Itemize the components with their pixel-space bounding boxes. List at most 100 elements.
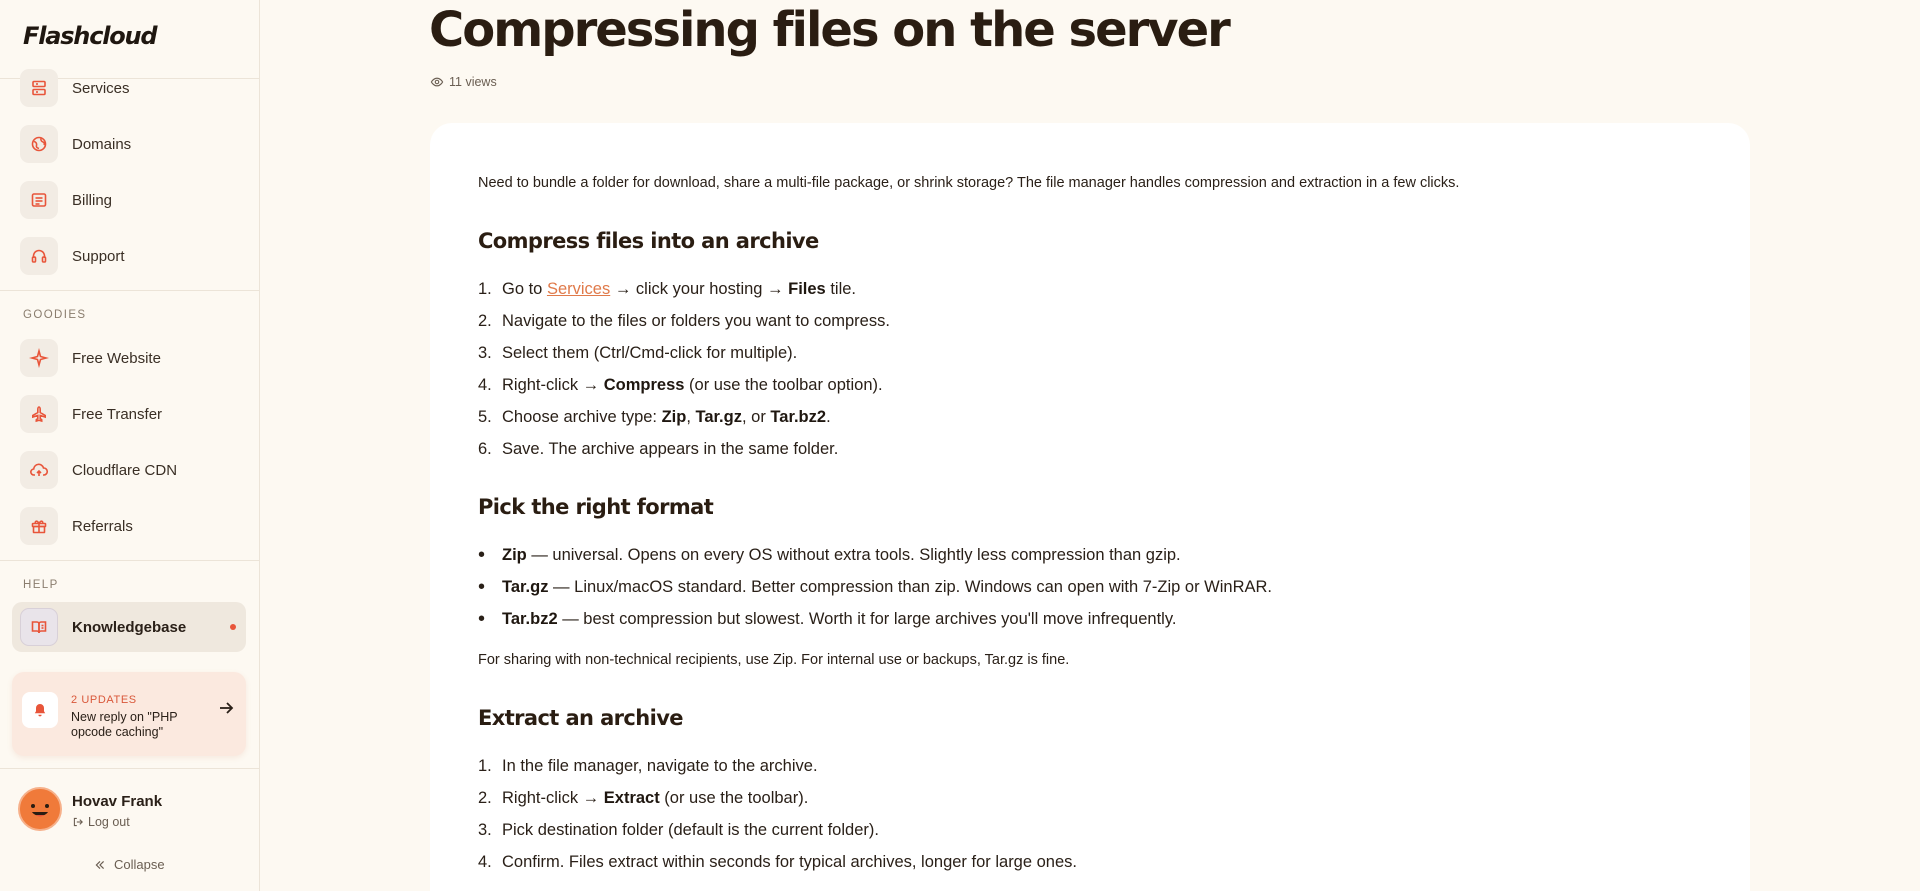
section-title-help: HELP (23, 579, 59, 591)
step-number: 4. (478, 376, 492, 394)
collapse-button[interactable]: Collapse (94, 857, 165, 872)
arrow-right-icon[interactable] (216, 698, 236, 718)
list-item: 3. Pick destination folder (default is t… (478, 814, 1077, 846)
list-item: 2. Navigate to the files or folders you … (478, 305, 890, 337)
globe-icon (20, 125, 58, 163)
article-card: Need to bundle a folder for download, sh… (430, 123, 1750, 891)
sidebar-item-referrals[interactable]: Referrals (12, 501, 246, 551)
divider (0, 560, 259, 561)
sidebar-item-label: Billing (72, 191, 113, 209)
step-text: Right-click → Extract (or use the toolba… (502, 789, 809, 807)
list-item: 1. Go to Services → click your hosting →… (478, 273, 890, 305)
views-text: 11 views (449, 75, 497, 89)
sidebar-item-label: Knowledgebase (72, 618, 187, 636)
sidebar-item-free-transfer[interactable]: Free Transfer (12, 389, 246, 439)
steps-list: 1. In the file manager, navigate to the … (478, 750, 1077, 878)
step-number: 3. (478, 821, 492, 839)
sidebar-item-support[interactable]: Support (12, 231, 246, 281)
step-number: 1. (478, 757, 492, 775)
list-item: • Tar.gz — Linux/macOS standard. Better … (478, 571, 1272, 603)
bullet-text: Zip — universal. Opens on every OS witho… (502, 546, 1181, 564)
step-number: 2. (478, 312, 492, 330)
collapse-label: Collapse (114, 857, 165, 872)
section-heading: Extract an archive (478, 706, 684, 730)
list-item: • Zip — universal. Opens on every OS wit… (478, 539, 1272, 571)
user-name: Hovav Frank (72, 793, 163, 810)
list-item: 4. Confirm. Files extract within seconds… (478, 846, 1077, 878)
services-link[interactable]: Services (547, 280, 610, 298)
updates-text: New reply on "PHP opcode caching" (71, 710, 178, 739)
brand-logo[interactable]: Flashcloud (23, 22, 158, 50)
sidebar-item-label: Free Transfer (72, 405, 163, 423)
sidebar-item-services[interactable]: Services (12, 63, 246, 113)
sidebar-item-label: Support (72, 247, 125, 265)
book-icon (20, 608, 58, 646)
sidebar-item-label: Domains (72, 135, 132, 153)
bullet: • (478, 608, 486, 630)
section-heading: Pick the right format (478, 495, 714, 519)
user-profile: Hovav Frank Log out (18, 787, 248, 833)
step-text: Right-click → Compress (or use the toolb… (502, 376, 883, 394)
step-text: In the file manager, navigate to the arc… (502, 757, 818, 775)
logout-icon (73, 817, 83, 827)
sidebar-item-knowledgebase[interactable]: Knowledgebase (12, 602, 246, 652)
list-item: 5. Choose archive type: Zip, Tar.gz, or … (478, 401, 890, 433)
avatar[interactable] (18, 787, 62, 831)
eye-icon (430, 77, 444, 87)
step-text: Go to Services → click your hosting → Fi… (502, 280, 856, 298)
list-item: 1. In the file manager, navigate to the … (478, 750, 1077, 782)
sidebar-item-label: Cloudflare CDN (72, 461, 178, 479)
updates-title: 2 UPDATES (71, 694, 137, 706)
headset-icon (20, 237, 58, 275)
step-number: 4. (478, 853, 492, 871)
view-count: 11 views (430, 75, 497, 89)
step-text: Navigate to the files or folders you wan… (502, 312, 890, 330)
list-item: 4. Right-click → Compress (or use the to… (478, 369, 890, 401)
bell-icon (22, 692, 58, 728)
format-list: • Zip — universal. Opens on every OS wit… (478, 539, 1272, 635)
sidebar-item-billing[interactable]: Billing (12, 175, 246, 225)
sidebar-item-label: Free Website (72, 349, 161, 367)
sparkle-icon (20, 339, 58, 377)
logout-link[interactable]: Log out (72, 815, 130, 829)
step-number: 6. (478, 440, 492, 458)
sidebar-item-cloudflare-cdn[interactable]: Cloudflare CDN (12, 445, 246, 495)
steps-list: 1. Go to Services → click your hosting →… (478, 273, 890, 465)
cloud-upload-icon (20, 451, 58, 489)
step-text: Save. The archive appears in the same fo… (502, 440, 839, 458)
bullet: • (478, 544, 486, 566)
section-title-goodies: GOODIES (23, 309, 87, 321)
format-note: For sharing with non-technical recipient… (478, 652, 1070, 668)
updates-card[interactable]: 2 UPDATES New reply on "PHP opcode cachi… (12, 672, 246, 756)
step-number: 1. (478, 280, 492, 298)
step-text: Confirm. Files extract within seconds fo… (502, 853, 1077, 871)
sidebar-item-domains[interactable]: Domains (12, 119, 246, 169)
logout-label: Log out (88, 815, 130, 829)
sidebar: Flashcloud Services Domains Billing Supp… (0, 0, 260, 891)
step-text: Pick destination folder (default is the … (502, 821, 879, 839)
server-icon (20, 69, 58, 107)
list-item: 3. Select them (Ctrl/Cmd-click for multi… (478, 337, 890, 369)
plane-icon (20, 395, 58, 433)
step-number: 2. (478, 789, 492, 807)
sidebar-item-label: Services (72, 79, 130, 97)
page-title: Compressing files on the server (429, 2, 1231, 58)
chevrons-left-icon (95, 860, 105, 869)
divider (0, 290, 259, 291)
article-intro: Need to bundle a folder for download, sh… (478, 175, 1460, 191)
bullet-text: Tar.bz2 — best compression but slowest. … (502, 610, 1177, 628)
list-item: 6. Save. The archive appears in the same… (478, 433, 890, 465)
step-number: 5. (478, 408, 492, 426)
step-text: Choose archive type: Zip, Tar.gz, or Tar… (502, 408, 831, 426)
notification-dot (230, 624, 236, 630)
list-item: • Tar.bz2 — best compression but slowest… (478, 603, 1272, 635)
bullet: • (478, 576, 486, 598)
divider (0, 768, 259, 769)
step-number: 3. (478, 344, 492, 362)
section-heading: Compress files into an archive (478, 229, 819, 253)
gift-icon (20, 507, 58, 545)
list-item: 2. Right-click → Extract (or use the too… (478, 782, 1077, 814)
sidebar-item-free-website[interactable]: Free Website (12, 333, 246, 383)
sidebar-item-label: Referrals (72, 517, 133, 535)
step-text: Select them (Ctrl/Cmd-click for multiple… (502, 344, 798, 362)
